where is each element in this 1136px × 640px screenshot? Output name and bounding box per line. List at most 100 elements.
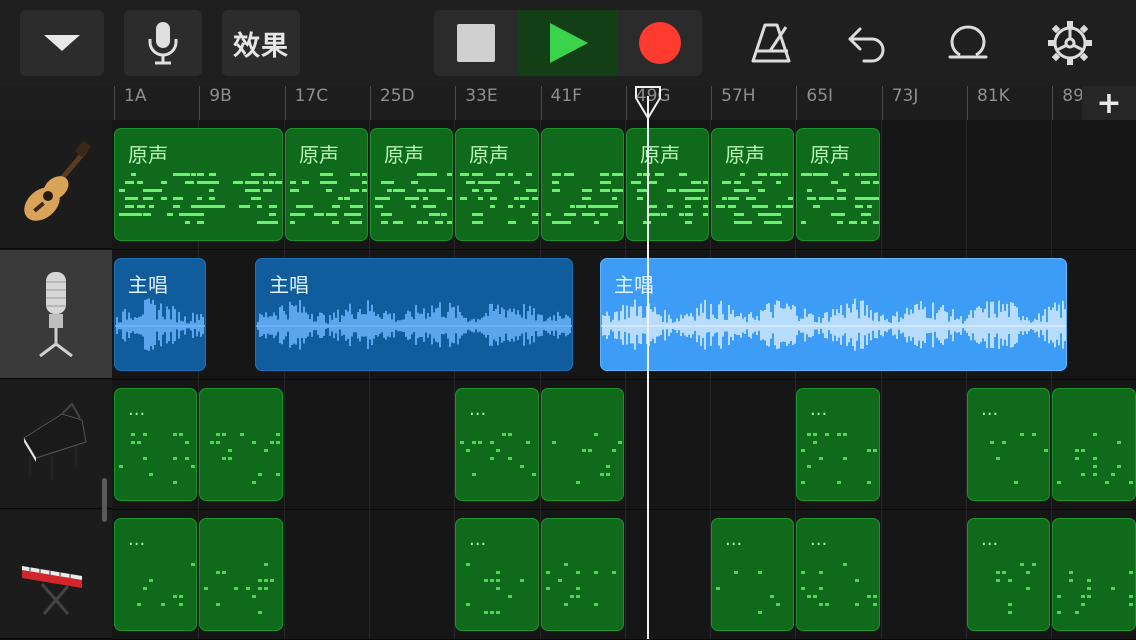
ruler-marker-label: 73J [891,86,919,106]
bar-grid-line [881,120,882,639]
midi-region[interactable]: ... [711,518,794,631]
region-label: ... [810,399,828,420]
region-label: 原声 [469,143,509,167]
ruler-tick: 89 [1052,86,1084,120]
region-label: ... [128,399,146,420]
track-header-grand-piano[interactable] [0,380,112,509]
midi-region[interactable]: ... [114,388,197,501]
audio-region[interactable]: 主唱 [114,258,206,371]
midi-region[interactable]: 原声 [796,128,880,241]
midi-region[interactable]: 原声 [370,128,453,241]
playhead-handle-icon[interactable] [635,86,661,120]
stop-button[interactable] [434,10,518,76]
acoustic-guitar-icon [24,141,91,221]
region-label: ... [981,399,999,420]
midi-region[interactable]: 原声 [285,128,368,241]
ruler-tick: 49G [625,86,671,120]
region-label: ... [810,529,828,550]
ruler-tick: 17C [284,86,328,120]
record-icon [639,22,681,64]
ruler-marker-label: 25D [379,86,415,106]
ruler-marker-label: 1A [124,86,147,106]
undo-icon [848,27,885,63]
region-label: ... [469,399,487,420]
gear-icon [1048,21,1092,65]
input-monitor-button[interactable] [124,10,202,76]
triangle-down-icon [44,35,80,51]
midi-notes [552,433,622,484]
play-icon [550,23,588,63]
midi-region[interactable] [541,518,624,631]
region-label: 原声 [299,143,339,167]
control-bar: 效果 [0,0,1136,86]
region-label: 主唱 [128,273,168,297]
midi-region[interactable] [541,128,624,241]
ruler-tick: 33E [455,86,498,120]
scroll-indicator[interactable] [102,478,107,522]
microphone-icon [39,272,73,358]
midi-notes [1057,571,1133,614]
region-label: ... [981,529,999,550]
midi-region[interactable]: ... [114,518,197,631]
ruler-marker-label: 89 [1062,86,1084,106]
audio-region[interactable]: 主唱 [600,258,1067,371]
ruler-marker-label: 33E [465,86,498,106]
add-section-button[interactable]: + [1082,86,1136,121]
midi-region[interactable]: ... [455,518,539,631]
ruler-marker-label: 57H [721,86,756,106]
playhead-line[interactable] [647,96,649,639]
audio-region[interactable]: 主唱 [255,258,573,371]
midi-region[interactable]: 原声 [626,128,709,241]
ruler-marker-label: 9B [209,86,232,106]
timeline-ruler[interactable]: 1A 9B 17C 25D 33E 41F 49G 57H 65I 73J 81K 89 [112,86,1136,121]
midi-region[interactable]: 原声 [711,128,794,241]
track-header-microphone[interactable] [0,250,112,379]
ruler-tick: 1A [114,86,146,120]
region-label: 原声 [640,143,680,167]
midi-region[interactable] [541,388,624,501]
midi-region[interactable] [1052,518,1136,631]
stop-icon [457,24,495,62]
region-label: ... [469,529,487,550]
ruler-marker-label: 65I [806,86,834,106]
midi-region[interactable]: ... [455,388,539,501]
region-label: 原声 [725,143,765,167]
midi-notes [546,563,616,606]
midi-notes [546,173,623,224]
ruler-tick: 9B [199,86,232,120]
ruler-tick: 57H [711,86,756,120]
midi-region[interactable] [199,388,283,501]
loop-icon [948,25,988,59]
midi-region[interactable]: 原声 [455,128,539,241]
grand-piano-icon [23,402,87,480]
midi-notes [204,563,274,614]
undo-button[interactable] [836,12,896,74]
ruler-tick: 25D [369,86,415,120]
play-button[interactable] [518,10,618,76]
midi-region[interactable]: ... [967,388,1050,501]
region-label: ... [128,529,146,550]
track-header-acoustic-guitar[interactable] [0,120,112,249]
midi-notes [210,433,280,484]
track-headers [0,120,112,639]
browser-dropdown-button[interactable] [20,10,104,76]
metronome-button[interactable] [742,12,802,74]
loop-browser-button[interactable] [938,12,998,74]
region-label: 主唱 [269,273,309,297]
midi-region[interactable] [1052,388,1136,501]
keyboard-icon [22,566,82,615]
region-label: 原声 [384,143,424,167]
fx-button[interactable]: 效果 [222,10,300,76]
midi-region[interactable]: 原声 [114,128,283,241]
record-button[interactable] [618,10,702,76]
region-label: 原声 [128,143,168,167]
track-header-keyboard[interactable] [0,510,112,639]
midi-region[interactable]: ... [796,518,880,631]
microphone-icon [148,22,178,65]
settings-button[interactable] [1040,12,1100,74]
midi-region[interactable] [199,518,283,631]
midi-region[interactable]: ... [967,518,1050,631]
ruler-corner [0,86,112,120]
midi-region[interactable]: ... [796,388,880,501]
region-label: ... [725,529,743,550]
